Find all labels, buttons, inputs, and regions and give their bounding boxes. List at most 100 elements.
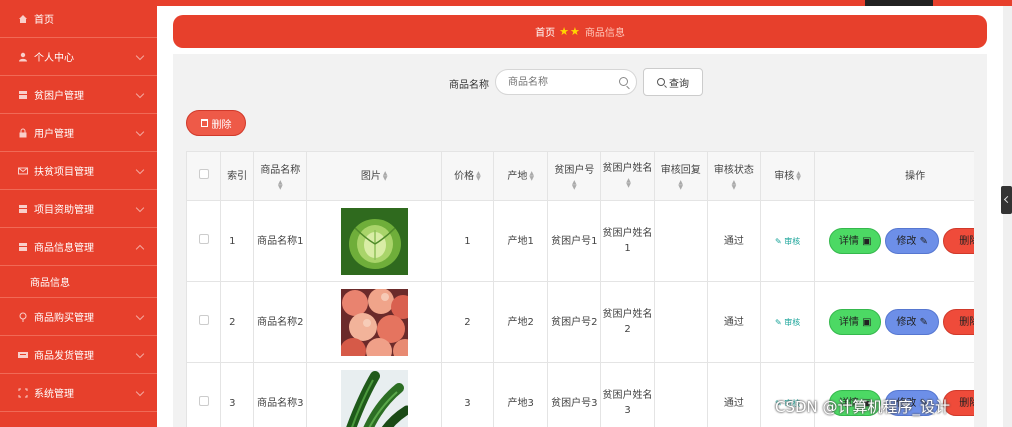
column-header-label: 操作 [905,170,926,182]
cell-audit-reply [653,200,708,282]
sidebar-item-label: 项目资助管理 [34,205,94,216]
search-icon [657,78,665,86]
cell-household-no: 贫困户号2 [547,281,602,363]
audit-link[interactable]: ✎ 审核 [775,318,800,327]
sidebar-item-product-shipping-management[interactable]: 商品发货管理 [0,336,157,374]
chevron-down-icon [135,311,145,321]
row-checkbox[interactable] [198,233,209,244]
chevron-down-icon [135,165,145,175]
edit-button[interactable]: 修改 ✎ [885,309,940,335]
edit-button-label: 修改 [896,235,917,247]
chevron-down-icon [135,89,145,99]
sidebar-item-user-management[interactable]: 用户管理 [0,114,157,152]
sort-icon[interactable]: ▲ ▼ [529,170,534,181]
search-bar: 商品名称 查询 [173,68,987,96]
column-header-label: 产地 [507,170,528,182]
content-panel: 商品名称 查询 删除 索引 [173,54,987,427]
column-header-household-no[interactable]: 贫困户号 ▲ ▼ [547,151,602,201]
audit-link[interactable]: ✎ 审核 [775,237,800,246]
search-input-wrapper [495,69,637,95]
page-scrollbar[interactable] [1003,6,1012,427]
grid-icon [18,242,28,252]
sidebar-item-label: 商品购买管理 [34,313,94,324]
mail-icon [18,166,28,176]
sidebar-item-label: 系统管理 [34,389,74,400]
sidebar-item-home[interactable]: 首页 [0,0,157,38]
sort-icon[interactable]: ▲ ▼ [796,170,801,181]
chevron-up-icon [135,244,145,254]
sort-icon[interactable]: ▲ ▼ [655,179,707,190]
batch-delete-button[interactable]: 删除 [186,110,246,136]
pencil-icon: ✎ [919,235,928,247]
cell-image [306,281,442,363]
row-checkbox[interactable] [198,314,209,325]
table-header-row: 索引 商品名称 ▲ ▼ 图片 ▲ ▼ 价格 ▲ ▼ 产地 ▲ ▼ 贫困户号 ▲ ▼ 贫困户姓名▲ ▼ … [186,151,974,201]
column-header-audit-status[interactable]: 审核状态 ▲ ▼ [706,151,762,201]
sort-icon[interactable]: ▲ ▼ [708,179,760,190]
product-table-wrapper[interactable]: 索引 商品名称 ▲ ▼ 图片 ▲ ▼ 价格 ▲ ▼ 产地 ▲ ▼ 贫困户号 ▲ ▼ 贫困户姓名▲ ▼ … [186,151,974,427]
cell-household-no: 贫困户号1 [547,200,602,282]
sidebar-item-label: 扶贫项目管理 [34,167,94,178]
cell-household-name: 贫困户姓名1 [600,200,655,282]
product-table: 索引 商品名称 ▲ ▼ 图片 ▲ ▼ 价格 ▲ ▼ 产地 ▲ ▼ 贫困户号 ▲ ▼ 贫困户姓名▲ ▼ … [186,151,974,427]
cell-audit-reply [653,281,708,363]
column-header-audit-reply[interactable]: 审核回复 ▲ ▼ [653,151,708,201]
cell-name: 商品名称2 [253,281,308,363]
row-checkbox[interactable] [198,395,209,406]
sort-icon[interactable]: ▲ ▼ [476,170,481,181]
row-select-cell [186,200,222,282]
sidebar-item-poverty-project-management[interactable]: 扶贫项目管理 [0,152,157,190]
sort-icon[interactable]: ▲ ▼ [254,179,306,190]
pin-icon [18,312,28,322]
breadcrumb-current: 商品信息 [584,28,625,39]
cell-household-name: 贫困户姓名2 [600,281,655,363]
watermark: CSDN @计算机程序_设计 [775,398,951,416]
cell-index: 2 [220,281,255,363]
cell-origin: 产地1 [493,200,549,282]
sidebar-item-project-funding-management[interactable]: 项目资助管理 [0,190,157,228]
breadcrumb-home[interactable]: 首页 [535,24,555,39]
select-all-checkbox[interactable] [198,168,209,179]
column-header-price[interactable]: 价格 ▲ ▼ [440,151,495,201]
column-header-origin[interactable]: 产地 ▲ ▼ [493,151,549,201]
cell-household-no: 贫困户号3 [547,362,602,427]
delete-button[interactable]: 删除 [943,228,974,254]
sidebar-item-product-purchase-management[interactable]: 商品购买管理 [0,298,157,336]
sort-icon[interactable]: ▲ ▼ [383,170,388,181]
edit-button[interactable]: 修改 ✎ [885,228,940,254]
sidebar-item-personal-center[interactable]: 个人中心 [0,38,157,76]
column-header-name[interactable]: 商品名称 ▲ ▼ [253,151,308,201]
detail-button-label: 详情 [838,235,859,247]
search-input[interactable] [496,70,606,94]
expand-icon [18,388,28,398]
audit-link-label: 审核 [784,317,801,327]
cell-audit-status: 通过 [706,200,762,282]
detail-button[interactable]: 详情 ▣ [829,228,882,254]
delete-button[interactable]: 删除 [943,309,974,335]
column-header-label: 价格 [454,170,475,182]
column-header-image[interactable]: 图片 ▲ ▼ [306,151,442,201]
cell-audit-status: 通过 [706,362,762,427]
column-header-label: 审核 [774,170,795,182]
sort-icon[interactable]: ▲ ▼ [548,179,600,190]
collapse-panel-handle[interactable] [1001,186,1012,214]
delete-button-label: 删除 [959,316,974,328]
sidebar-item-label: 首页 [34,15,54,26]
query-button[interactable]: 查询 [643,68,703,96]
sidebar-item-product-info-management[interactable]: 商品信息管理 [0,228,157,266]
sort-icon[interactable]: ▲ ▼ [626,178,631,189]
column-header-audit[interactable]: 审核 ▲ ▼ [760,151,816,201]
row-select-cell [186,362,222,427]
cell-name: 商品名称1 [253,200,308,282]
sidebar-subitem-product-info[interactable]: 商品信息 [0,266,157,298]
detail-button[interactable]: 详情 ▣ [829,309,882,335]
column-header-household-name[interactable]: 贫困户姓名 ▲ ▼ [600,151,655,201]
pencil-icon: ✎ [919,316,928,328]
row-select-cell [186,281,222,363]
cell-name: 商品名称3 [253,362,308,427]
sidebar-item-label: 商品信息 [30,278,70,289]
column-header-label: 贫困户姓名 [602,163,653,174]
delete-button-label: 删除 [959,235,974,247]
sidebar-item-household-management[interactable]: 贫困户管理 [0,76,157,114]
sidebar-item-system-management[interactable]: 系统管理 [0,374,157,412]
